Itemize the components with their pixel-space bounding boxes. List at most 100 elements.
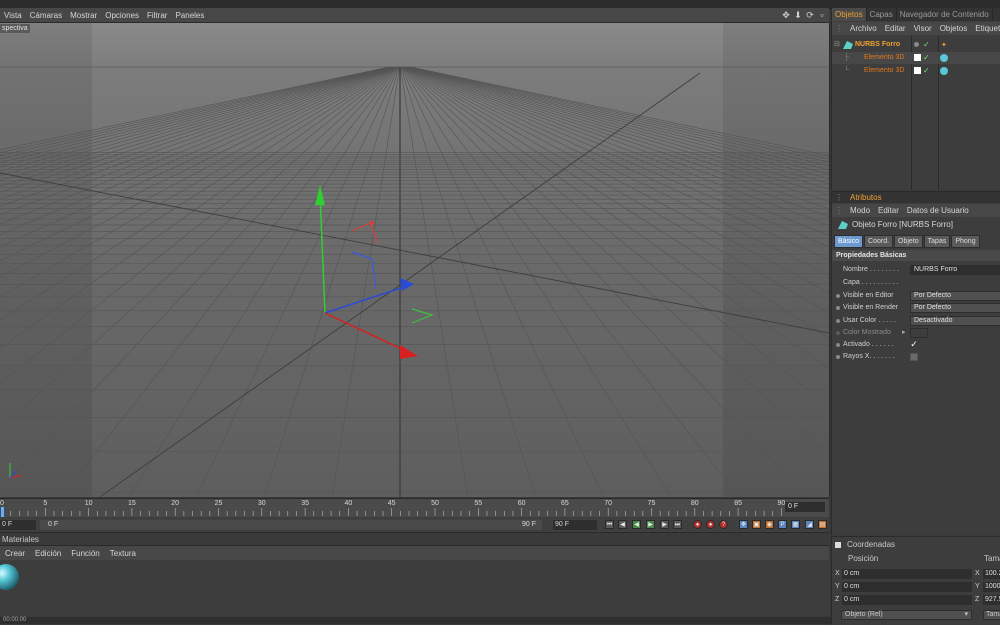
menu-camaras[interactable]: Cámaras: [26, 11, 66, 20]
layer-field[interactable]: [910, 278, 1000, 288]
size-y-input[interactable]: 1000: [983, 582, 1000, 592]
menu-paneles[interactable]: Paneles: [171, 11, 208, 20]
tab-capas[interactable]: Capas: [867, 8, 897, 21]
xray-checkbox[interactable]: [910, 353, 918, 361]
menu-opciones[interactable]: Opciones: [101, 11, 143, 20]
phong-tag-icon[interactable]: ✦: [941, 41, 947, 49]
size-x-input[interactable]: 100.2: [983, 569, 1000, 579]
size-mode-dropdown[interactable]: Tama: [983, 610, 1000, 620]
menu-visor[interactable]: Visor: [910, 24, 936, 33]
move-view-icon[interactable]: ✥: [781, 10, 791, 21]
collapse-icon[interactable]: ⊟: [834, 39, 840, 51]
panel-grip-icon: ⋮: [835, 206, 843, 215]
object-row[interactable]: ⊟ NURBS Forro ✓ ✦: [832, 39, 1000, 51]
pla-key-icon[interactable]: ▦: [791, 520, 800, 529]
menu-editar-attr[interactable]: Editar: [874, 206, 903, 215]
material-swatch-icon[interactable]: [0, 562, 20, 596]
expand-arrow-icon[interactable]: ▸: [902, 327, 906, 339]
menu-mostrar[interactable]: Mostrar: [66, 11, 101, 20]
size-z-input[interactable]: 927.5: [983, 595, 1000, 605]
menu-textura[interactable]: Textura: [105, 549, 141, 558]
help-icon[interactable]: ?: [719, 520, 728, 529]
layer-box-icon[interactable]: [914, 67, 921, 74]
object-name[interactable]: NURBS Forro: [855, 39, 900, 51]
check-icon[interactable]: ✓: [923, 39, 930, 51]
material-tag-icon[interactable]: [940, 54, 948, 62]
position-x-input[interactable]: 0 cm: [842, 569, 972, 579]
tab-objeto[interactable]: Objeto: [894, 235, 923, 248]
position-y-input[interactable]: 0 cm: [842, 582, 972, 592]
name-input[interactable]: NURBS Forro: [910, 265, 1000, 275]
menu-modo[interactable]: Modo: [846, 206, 874, 215]
timeline-ticks[interactable]: 0 5 10 15 20 25 30 35 40 45 50 55 60 65 70 75 80 85 90: [0, 499, 785, 517]
animate-dot-icon[interactable]: [836, 343, 840, 347]
menu-funcion[interactable]: Función: [66, 549, 104, 558]
menu-etiquetas[interactable]: Etiquetas: [971, 24, 1000, 33]
rotate-view-icon[interactable]: ⟳: [805, 10, 815, 21]
zoom-view-icon[interactable]: ⬇: [793, 10, 803, 21]
object-name[interactable]: Elemento 3D: [864, 65, 904, 77]
visibility-dot-icon[interactable]: [914, 42, 919, 47]
animate-dot-icon[interactable]: [836, 306, 840, 310]
tab-objetos[interactable]: Objetos: [832, 8, 867, 21]
menu-archivo[interactable]: Archivo: [846, 24, 881, 33]
keys-icon[interactable]: ▤: [818, 520, 827, 529]
check-icon[interactable]: ✓: [923, 65, 930, 77]
material-tag-icon[interactable]: [940, 67, 948, 75]
layer-box-icon[interactable]: [914, 54, 921, 61]
animate-dot-icon[interactable]: [836, 331, 840, 335]
range-slider[interactable]: 0 F 90 F: [40, 520, 542, 530]
attributes-panel: ⋮ Atributos ⋮ Modo Editar Datos de Usuar…: [831, 191, 1000, 535]
axis-label: X: [975, 570, 980, 577]
menu-editar[interactable]: Editar: [881, 24, 910, 33]
tab-coord[interactable]: Coord.: [864, 235, 894, 248]
menu-crear[interactable]: Crear: [0, 549, 30, 558]
axis-label: Z: [975, 596, 980, 603]
animate-dot-icon[interactable]: [836, 319, 840, 323]
tab-basico[interactable]: Básico: [834, 235, 864, 248]
check-icon[interactable]: ✓: [923, 52, 930, 64]
visible-editor-dropdown[interactable]: Por Defecto: [910, 291, 1000, 301]
menu-edicion[interactable]: Edición: [30, 549, 66, 558]
enabled-checkbox[interactable]: ✓: [910, 340, 918, 349]
animate-dot-icon[interactable]: [836, 294, 840, 298]
tab-phong[interactable]: Phong: [951, 235, 980, 248]
menu-vista[interactable]: Vista: [0, 11, 26, 20]
timeline-ruler[interactable]: 0 5 10 15 20 25 30 35 40 45 50 55 60 65 70 75 80 85 90 0 F: [0, 498, 829, 517]
menu-filtrar[interactable]: Filtrar: [143, 11, 171, 20]
object-row[interactable]: └ Elemento 3D ✓: [832, 65, 1000, 77]
curve-icon[interactable]: ◢: [805, 520, 814, 529]
param-key-icon[interactable]: P: [778, 520, 787, 529]
menu-objetos[interactable]: Objetos: [936, 24, 972, 33]
menu-datos-usuario[interactable]: Datos de Usuario: [903, 206, 973, 215]
maximize-view-icon[interactable]: ▫: [817, 10, 827, 20]
next-key-icon[interactable]: ▶: [660, 520, 669, 529]
autokey-icon[interactable]: ●: [706, 520, 715, 529]
3d-viewport[interactable]: spectiva: [0, 23, 830, 497]
use-color-dropdown[interactable]: Desactivado: [910, 316, 1000, 326]
tab-tapas[interactable]: Tapas: [923, 235, 951, 248]
rotate-key-icon[interactable]: ◉: [765, 520, 774, 529]
end-frame-field[interactable]: 90 F: [553, 520, 597, 530]
start-frame-field[interactable]: 0 F: [0, 520, 36, 530]
go-to-start-icon[interactable]: ⏮: [605, 520, 614, 529]
visible-render-dropdown[interactable]: Por Defecto: [910, 303, 1000, 313]
play-backward-icon[interactable]: ◀: [632, 520, 641, 529]
play-forward-icon[interactable]: ▶: [646, 520, 655, 529]
scale-key-icon[interactable]: ▣: [752, 520, 761, 529]
prev-key-icon[interactable]: ◀: [618, 520, 627, 529]
go-to-end-icon[interactable]: ⏭: [673, 520, 682, 529]
record-icon[interactable]: ●: [693, 520, 702, 529]
coord-mode-dropdown[interactable]: Objeto (Rel) ▾: [841, 610, 972, 620]
objects-panel: Objetos Capas Navegador de Contenido ⋮ A…: [831, 8, 1000, 190]
position-z-input[interactable]: 0 cm: [842, 595, 972, 605]
tab-navegador[interactable]: Navegador de Contenido: [897, 8, 993, 21]
object-row[interactable]: ├ Elemento 3D ✓: [832, 52, 1000, 64]
status-bar: 00:00:00: [0, 617, 832, 624]
color-swatch[interactable]: [910, 328, 928, 338]
move-key-icon[interactable]: ✥: [739, 520, 748, 529]
materials-area[interactable]: [0, 560, 829, 616]
animate-dot-icon[interactable]: [836, 355, 840, 359]
object-name[interactable]: Elemento 3D: [864, 52, 904, 64]
current-frame-field[interactable]: 0 F: [785, 502, 825, 512]
